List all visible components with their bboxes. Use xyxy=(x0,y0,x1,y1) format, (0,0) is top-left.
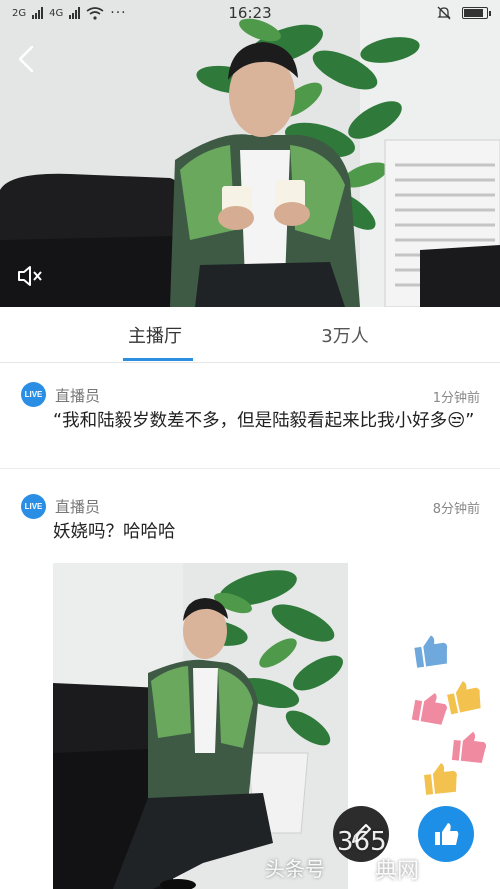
live-video-player[interactable]: 2G 4G ··· 16:23 xyxy=(0,0,500,307)
post-author: 直播员 xyxy=(55,387,101,405)
signal-icon xyxy=(69,7,81,19)
speaker-muted-icon xyxy=(18,266,42,286)
chevron-left-icon xyxy=(18,45,34,73)
signal-indicators: 2G 4G ··· xyxy=(12,5,127,21)
network-label-4g: 4G xyxy=(49,7,64,19)
post-text: “我和陆毅岁数差不多，但是陆毅看起来比我小好多😒” xyxy=(53,411,475,431)
tab-bar: 主播厅 3万人 xyxy=(0,307,500,363)
post-author: 直播员 xyxy=(55,498,101,516)
wifi-icon xyxy=(86,6,104,20)
do-not-disturb-bell-icon xyxy=(437,6,451,20)
thumbs-up-icon xyxy=(447,681,481,715)
tab-host-hall[interactable]: 主播厅 xyxy=(100,307,210,363)
watermark-text-left: 头条号 xyxy=(265,857,325,881)
live-badge: LIVE xyxy=(21,494,46,519)
watermark-text-right: 典网 xyxy=(375,859,420,884)
thumbs-up-icon xyxy=(451,731,487,763)
post-time: 8分钟前 xyxy=(432,502,480,517)
tab-audience[interactable]: 3万人 xyxy=(290,307,400,363)
thumbs-up-icon xyxy=(411,693,447,725)
live-badge: LIVE xyxy=(21,382,46,407)
thumbs-up-icon xyxy=(414,635,448,668)
post-time: 1分钟前 xyxy=(432,391,480,406)
feed-divider xyxy=(0,468,500,469)
more-dots-icon: ··· xyxy=(110,5,127,21)
battery-icon xyxy=(462,7,491,19)
mute-toggle-button[interactable] xyxy=(16,262,44,290)
clock: 16:23 xyxy=(228,4,272,22)
watermark: 头条号 365 典网 xyxy=(265,827,500,889)
active-tab-indicator xyxy=(123,358,193,361)
post-text: 妖娆吗？哈哈哈 xyxy=(53,522,176,542)
video-frame xyxy=(0,0,500,307)
thumbs-up-icon xyxy=(424,763,457,795)
network-label-2g: 2G xyxy=(12,7,27,19)
back-button[interactable] xyxy=(14,44,38,74)
status-bar: 2G 4G ··· 16:23 xyxy=(0,0,500,26)
floating-likes xyxy=(411,635,487,795)
signal-icon xyxy=(32,7,44,19)
